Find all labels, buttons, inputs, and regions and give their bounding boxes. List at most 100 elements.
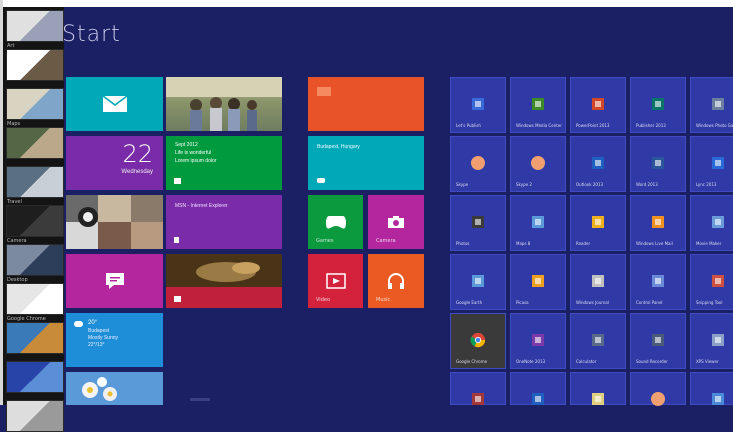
app-tile-label: Google Chrome <box>456 359 488 364</box>
switcher-thumbnail[interactable] <box>6 49 64 81</box>
app-tile[interactable]: Movie Maker <box>690 195 733 251</box>
ie-tile-text: MSN - Internet Explorer <box>175 203 228 209</box>
app-tile[interactable]: Picasa <box>510 254 566 310</box>
movie-icon <box>710 214 726 230</box>
music-label: Music <box>376 297 391 303</box>
message-line-3: Lorem ipsum dolor <box>175 158 217 164</box>
snip-icon <box>710 273 726 289</box>
internet-explorer-tile[interactable]: MSN - Internet Explorer <box>166 195 282 249</box>
app-tile[interactable]: Outlook 2013 <box>570 136 626 192</box>
app-tile-label: Windows Photo Gallery <box>696 123 733 128</box>
app-tile[interactable]: Control Panel <box>630 254 686 310</box>
app-tile-label: Maps 8 <box>516 241 531 246</box>
app-tile-label: Control Panel <box>636 300 663 305</box>
app-tile[interactable]: Maps 8 <box>510 195 566 251</box>
weather-line-2: Budapest <box>88 328 110 334</box>
mail-icon <box>650 214 666 230</box>
bing-tile[interactable]: Budapest, Hungary <box>308 136 424 190</box>
switcher-thumbnail[interactable] <box>6 205 64 237</box>
app-tile[interactable]: Word 2013 <box>630 136 686 192</box>
app-tile[interactable] <box>690 372 733 405</box>
app-tile[interactable]: Photos <box>450 195 506 251</box>
app-tile[interactable]: OneNote 2013 <box>510 313 566 369</box>
photo-people-image <box>166 77 282 131</box>
gamepad-icon <box>325 214 347 230</box>
app-tile[interactable] <box>510 372 566 405</box>
chrome-icon <box>470 332 486 348</box>
app-tile-label: Photos <box>456 241 470 246</box>
app-tile[interactable]: Snipping Tool <box>690 254 733 310</box>
switcher-thumbnail[interactable] <box>6 127 64 159</box>
app-tile[interactable] <box>570 372 626 405</box>
switcher-thumbnail[interactable] <box>6 322 64 354</box>
chat-tile[interactable] <box>66 254 163 308</box>
video-tile[interactable]: Video <box>308 254 363 308</box>
app-tile-label: Word 2013 <box>636 182 658 187</box>
store-tile[interactable] <box>308 77 424 131</box>
app-tile[interactable]: XPS Viewer <box>690 313 733 369</box>
app-tile-label: Windows Live Mail <box>636 241 673 246</box>
app-tile[interactable]: Windows Photo Gallery <box>690 77 733 133</box>
games-tile[interactable]: Games <box>308 195 363 249</box>
app-tile[interactable]: Lync 2013 <box>690 136 733 192</box>
rec-icon <box>650 332 666 348</box>
flowers-tile[interactable] <box>66 372 163 405</box>
video-label: Video <box>316 297 331 303</box>
app-tile[interactable]: Sound Recorder <box>630 313 686 369</box>
app-tile[interactable] <box>450 372 506 405</box>
switcher-thumbnail[interactable] <box>6 283 64 315</box>
weather-line-4: 22°/13° <box>88 342 105 348</box>
ie-icon <box>174 237 179 243</box>
app-tile[interactable]: PowerPoint 2013 <box>570 77 626 133</box>
start-screen-title: Start <box>62 22 121 47</box>
app-tile-label: Calculator <box>576 359 597 364</box>
app-tile-label: Reader <box>576 241 591 246</box>
app-tile-label: OneNote 2013 <box>516 359 546 364</box>
app-tile-label: Skype 2 <box>516 182 532 187</box>
news-tile[interactable] <box>166 254 282 308</box>
scroll-indicator[interactable] <box>190 398 210 401</box>
message-line-1: Sept 2012 <box>175 142 198 148</box>
logo-icon <box>470 96 486 112</box>
weather-tile[interactable]: 20° Budapest Mostly Sunny 22°/13° <box>66 313 163 367</box>
switcher-thumbnail[interactable] <box>6 361 64 393</box>
app-tile[interactable]: Skype <box>450 136 506 192</box>
calendar-weekday: Wednesday <box>121 169 153 175</box>
camera-tile[interactable]: Camera <box>368 195 424 249</box>
photos-tile[interactable] <box>166 77 282 131</box>
app-tile[interactable] <box>630 372 686 406</box>
app-tile[interactable]: Let's Publish <box>450 77 506 133</box>
messaging-tile[interactable]: Sept 2012 Life is wonderful Lorem ipsum … <box>166 136 282 190</box>
app-tile[interactable]: Calculator <box>570 313 626 369</box>
switcher-thumbnail[interactable] <box>6 88 64 120</box>
news-image <box>166 254 282 287</box>
app-tile-label: XPS Viewer <box>696 359 719 364</box>
app-tile[interactable]: Publisher 2013 <box>630 77 686 133</box>
journal-icon <box>590 273 606 289</box>
app-tile-label: Windows Journal <box>576 300 609 305</box>
lync-icon <box>710 155 726 171</box>
media-icon <box>530 96 546 112</box>
word-icon <box>650 155 666 171</box>
app-tile-label: Sound Recorder <box>636 359 668 364</box>
music-tile[interactable]: Music <box>368 254 424 308</box>
app-tile-label: Snipping Tool <box>696 300 723 305</box>
app-tile[interactable]: Skype 2 <box>510 136 566 192</box>
switcher-thumbnail[interactable] <box>6 166 64 198</box>
app-tile[interactable]: Windows Journal <box>570 254 626 310</box>
mail-tile[interactable] <box>66 77 163 131</box>
control-icon <box>650 273 666 289</box>
app-tile[interactable]: Google Chrome <box>450 313 506 369</box>
app-tile[interactable]: Google Earth <box>450 254 506 310</box>
app-tile[interactable]: Windows Media Center <box>510 77 566 133</box>
calc-icon <box>590 332 606 348</box>
app-tile[interactable]: Windows Live Mail <box>630 195 686 251</box>
app-tile[interactable]: Reader <box>570 195 626 251</box>
calendar-tile[interactable]: 22 Wednesday <box>66 136 163 190</box>
switcher-thumbnail[interactable] <box>6 244 64 276</box>
switcher-thumbnail[interactable] <box>6 10 64 42</box>
people-tile[interactable] <box>66 195 163 249</box>
powerpoint-icon <box>590 96 606 112</box>
app-tile-label: Outlook 2013 <box>576 182 604 187</box>
onenote-icon <box>530 332 546 348</box>
